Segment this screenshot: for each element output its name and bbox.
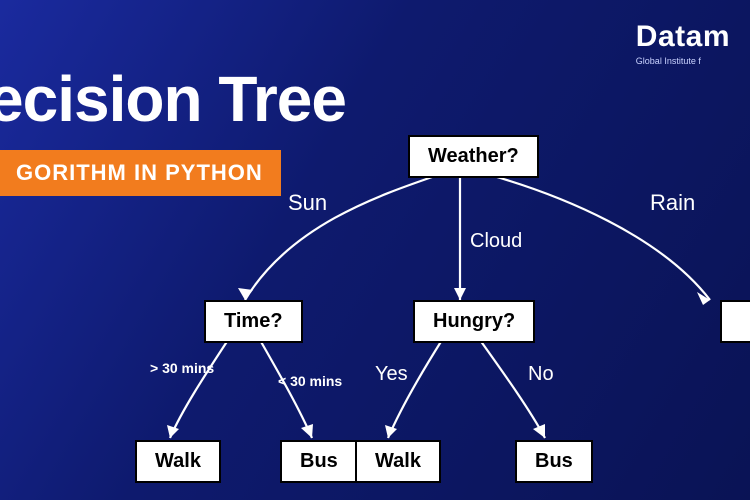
decision-tree-diagram: Weather? Sun Cloud Rain Time? > 30 mins … [120,135,750,500]
node-hungry: Hungry? [413,300,535,343]
edge-label-no: No [528,363,554,386]
leaf-walk-2: Walk [355,440,441,483]
leaf-bus-1: Bus [280,440,358,483]
brand-block: Datam Global Institute f [636,20,730,66]
page-title: ecision Tree [0,62,346,136]
edge-label-yes: Yes [375,363,408,386]
node-right-partial [720,300,750,343]
leaf-bus-2: Bus [515,440,593,483]
node-root: Weather? [408,135,539,178]
brand-tagline: Global Institute f [636,56,730,66]
edge-label-sun: Sun [288,190,327,216]
node-time: Time? [204,300,303,343]
leaf-walk-1: Walk [135,440,221,483]
edge-label-lt30: < 30 mins [278,373,342,389]
brand-name: Datam [636,20,730,54]
edge-label-rain: Rain [650,190,695,216]
edge-label-gt30: > 30 mins [150,360,214,376]
edge-label-cloud: Cloud [470,230,522,253]
